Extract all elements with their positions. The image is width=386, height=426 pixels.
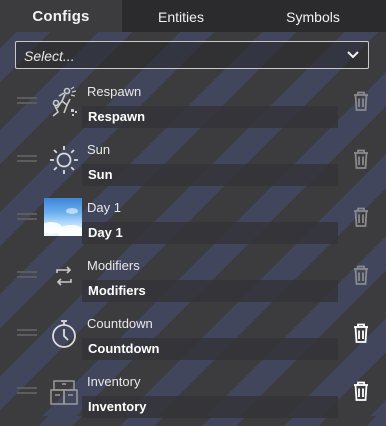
trash-icon <box>354 91 368 111</box>
item-name-field[interactable]: Respawn <box>82 106 338 128</box>
item-title: Modifiers <box>87 258 140 273</box>
tab-bar: Configs Entities Symbols <box>0 0 386 32</box>
list-item: Day 1 Day 1 <box>0 194 386 252</box>
inventory-icon <box>46 374 82 410</box>
drag-handle-icon[interactable] <box>17 97 37 105</box>
drag-handle-icon[interactable] <box>17 329 37 337</box>
item-name-field[interactable]: Sun <box>82 164 338 186</box>
drag-handle-icon[interactable] <box>17 213 37 221</box>
list-item: Inventory Inventory <box>0 368 386 426</box>
delete-button[interactable] <box>351 206 371 228</box>
item-name-field[interactable]: Modifiers <box>82 280 338 302</box>
delete-button[interactable] <box>351 90 371 112</box>
item-title: Countdown <box>87 316 153 331</box>
tab-symbols[interactable]: Symbols <box>240 0 386 32</box>
list-item: Modifiers Modifiers <box>0 252 386 310</box>
drag-handle-icon[interactable] <box>17 271 37 279</box>
list-item: Respawn Respawn <box>0 78 386 136</box>
trash-icon <box>354 265 368 285</box>
stopwatch-icon <box>46 316 82 352</box>
item-title: Respawn <box>87 84 142 99</box>
delete-button[interactable] <box>351 322 371 344</box>
drag-handle-icon[interactable] <box>17 387 37 395</box>
select-value: Select... <box>24 48 75 64</box>
item-title: Sun <box>87 142 111 157</box>
day-sky-thumbnail <box>44 198 82 236</box>
delete-button[interactable] <box>351 148 371 170</box>
item-name-field[interactable]: Day 1 <box>82 222 338 244</box>
item-title: Day 1 <box>87 200 121 215</box>
tab-configs[interactable]: Configs <box>0 0 122 32</box>
list-item: Sun Sun <box>0 136 386 194</box>
config-list: Respawn Respawn Sun Sun Day 1 Day 1 Modi… <box>0 78 386 426</box>
item-title: Inventory <box>87 374 141 389</box>
config-select[interactable]: Select... <box>15 41 369 69</box>
trash-icon <box>354 381 368 401</box>
trash-icon <box>354 323 368 343</box>
chevron-down-icon <box>347 51 359 59</box>
item-name-field[interactable]: Inventory <box>82 396 338 418</box>
list-item: Countdown Countdown <box>0 310 386 368</box>
trash-icon <box>354 149 368 169</box>
trash-icon <box>354 207 368 227</box>
item-name-field[interactable]: Countdown <box>82 338 338 360</box>
tab-entities[interactable]: Entities <box>122 0 240 32</box>
delete-button[interactable] <box>351 380 371 402</box>
sun-icon <box>46 142 82 178</box>
respawn-icon <box>46 84 82 120</box>
swap-arrows-icon <box>46 258 82 294</box>
delete-button[interactable] <box>351 264 371 286</box>
drag-handle-icon[interactable] <box>17 155 37 163</box>
